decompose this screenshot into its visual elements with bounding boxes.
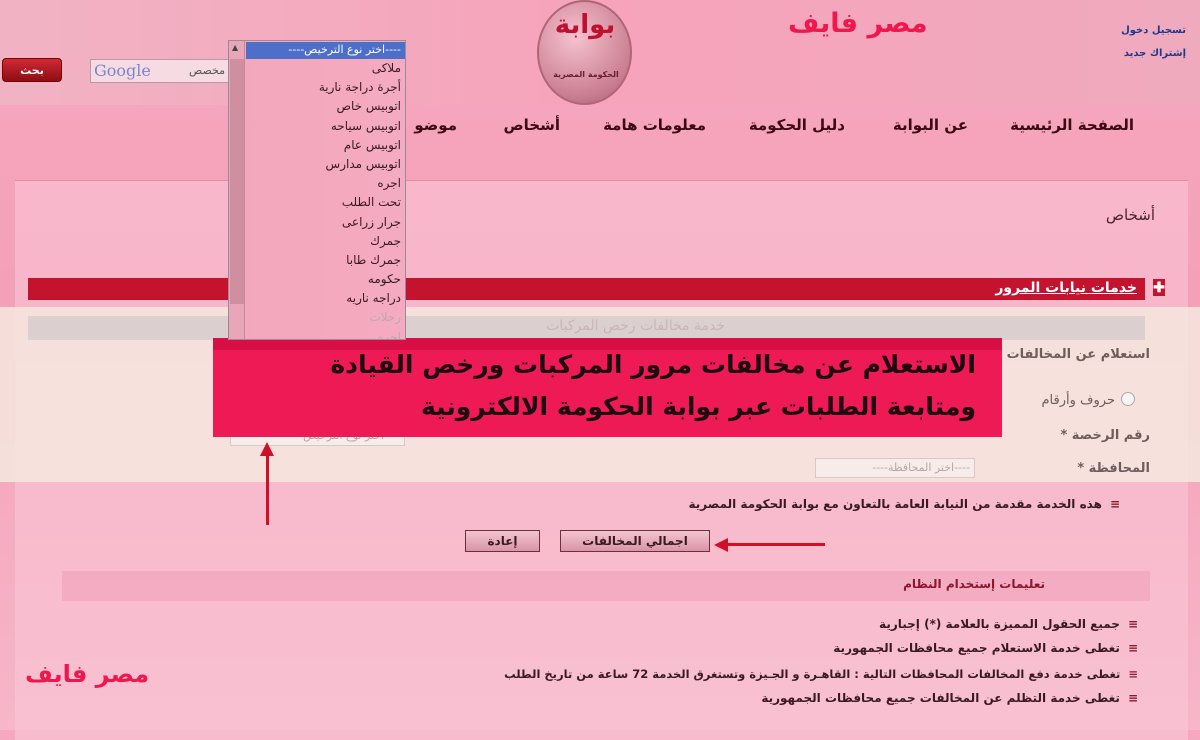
license-type-dropdown[interactable]: ▲ ----اختر نوع الترخيص---- ملاكى أجرة در… (228, 40, 406, 340)
dropdown-option[interactable]: تحت الطلب (246, 195, 405, 214)
instructions-title: تعليمات إستخدام النظام (903, 577, 1045, 591)
dropdown-option[interactable]: رحلات (246, 310, 405, 329)
scroll-up-icon[interactable]: ▲ (232, 43, 238, 52)
dropdown-scrollbar[interactable]: ▲ (229, 41, 245, 339)
search-input[interactable]: Google مخصص (90, 59, 230, 83)
service-title-bar: خدمة مخالفات رخص المركبات (28, 316, 1145, 340)
dropdown-option[interactable]: اجره (246, 330, 405, 339)
watermark-top: مصر فايف (788, 8, 928, 39)
section-title: أشخاص (1105, 206, 1155, 224)
dropdown-option[interactable]: جرار زراعى (246, 215, 405, 234)
inquiry-label: استعلام عن المخالفات (1006, 347, 1150, 362)
arrow-annotation-vertical (266, 455, 269, 525)
radio-letters-label: حروف وأرقام (1041, 393, 1116, 408)
bullet-icon: ≡ (1127, 617, 1138, 631)
radio-letters[interactable] (1121, 392, 1135, 406)
reset-button[interactable]: إعادة (465, 530, 540, 552)
instructions-bar: تعليمات إستخدام النظام (62, 571, 1150, 601)
headline-banner: الاستعلام عن مخالفات مرور المركبات ورخص … (213, 338, 1002, 437)
logo-text: بوابة (554, 10, 616, 40)
footnote-text: هذه الخدمة مقدمة من النيابة العامة بالتع… (688, 497, 1102, 511)
arrowhead-icon (714, 538, 728, 552)
nav-important-info[interactable]: معلومات هامة (603, 116, 706, 134)
governorate-select[interactable]: ----اختر المحافظة---- (815, 458, 975, 478)
service-footnote: ≡ هذه الخدمة مقدمة من النيابة العامة بالت… (689, 497, 1121, 511)
service-link[interactable]: خدمات نيابات المرور (995, 280, 1137, 296)
dropdown-option[interactable]: جمرك (246, 234, 405, 253)
license-number-label: رقم الرخصة * (1060, 428, 1150, 443)
dropdown-option[interactable]: اتوبيس سياحه (246, 119, 405, 138)
dropdown-option[interactable]: اجره (246, 176, 405, 195)
portal-logo[interactable]: بوابة الحكومة المصرية (537, 0, 632, 105)
instruction-item: ≡جميع الحقول المميزة بالعلامة (*) إجباري… (879, 617, 1138, 631)
dropdown-option[interactable]: حكومه (246, 272, 405, 291)
nav-topics[interactable]: موضو (414, 116, 457, 134)
search-placeholder: مخصص (188, 64, 225, 77)
watermark-bottom: مصر فايف (25, 660, 150, 688)
arrowhead-up-icon (260, 442, 274, 456)
banner-line-1: الاستعلام عن مخالفات مرور المركبات ورخص … (330, 350, 976, 379)
governorate-label: المحافظة * (1077, 461, 1150, 476)
instruction-item: ≡تغطى خدمة التظلم عن المخالفات جميع محاف… (761, 691, 1138, 705)
dropdown-option[interactable]: دراجه ناريه (246, 291, 405, 310)
search-button[interactable]: بحث (2, 58, 62, 82)
bullet-icon: ≡ (1127, 641, 1138, 655)
nav-about[interactable]: عن البوابة (893, 116, 968, 134)
total-violations-button[interactable]: اجمالي المخالفات (560, 530, 710, 552)
bullet-icon: ≡ (1128, 667, 1138, 681)
dropdown-option[interactable]: جمرك طابا (246, 253, 405, 272)
login-link[interactable]: تسجيل دخول (1121, 25, 1186, 36)
dropdown-options: ملاكى أجرة دراجة نارية اتوبيس خاص اتوبيس… (246, 61, 405, 339)
register-link[interactable]: إشتراك جديد (1124, 48, 1186, 59)
dropdown-option[interactable]: ملاكى (246, 61, 405, 80)
dropdown-option[interactable]: أجرة دراجة نارية (246, 80, 405, 99)
bullet-icon: ≡ (1109, 497, 1120, 511)
dropdown-selected-option[interactable]: ----اختر نوع الترخيص---- (246, 42, 405, 59)
instruction-item: ≡تغطى خدمة دفع المخالفات المحافظات التال… (504, 667, 1138, 681)
expand-icon: ✚ (1153, 279, 1165, 296)
nav-persons[interactable]: أشخاص (503, 116, 560, 134)
dropdown-option[interactable]: اتوبيس خاص (246, 99, 405, 118)
logo-subtitle: الحكومة المصرية (553, 70, 619, 79)
service-header-bar: خدمات نيابات المرور (28, 278, 1145, 300)
nav-gov-guide[interactable]: دليل الحكومة (749, 116, 845, 134)
dropdown-option[interactable]: اتوبيس مدارس (246, 157, 405, 176)
service-title: خدمة مخالفات رخص المركبات (546, 318, 725, 334)
bullet-icon: ≡ (1127, 691, 1138, 705)
google-logo: Google (94, 61, 151, 80)
dropdown-option[interactable]: اتوبيس عام (246, 138, 405, 157)
nav-home[interactable]: الصفحة الرئيسية (1010, 116, 1134, 134)
scroll-thumb[interactable] (230, 59, 244, 304)
banner-line-2: ومتابعة الطلبات عبر بوابة الحكومة الالكت… (420, 392, 976, 421)
arrow-annotation-horizontal (725, 543, 825, 546)
instruction-item: ≡تغطى خدمة الاستعلام جميع محافظات الجمهو… (833, 641, 1138, 655)
